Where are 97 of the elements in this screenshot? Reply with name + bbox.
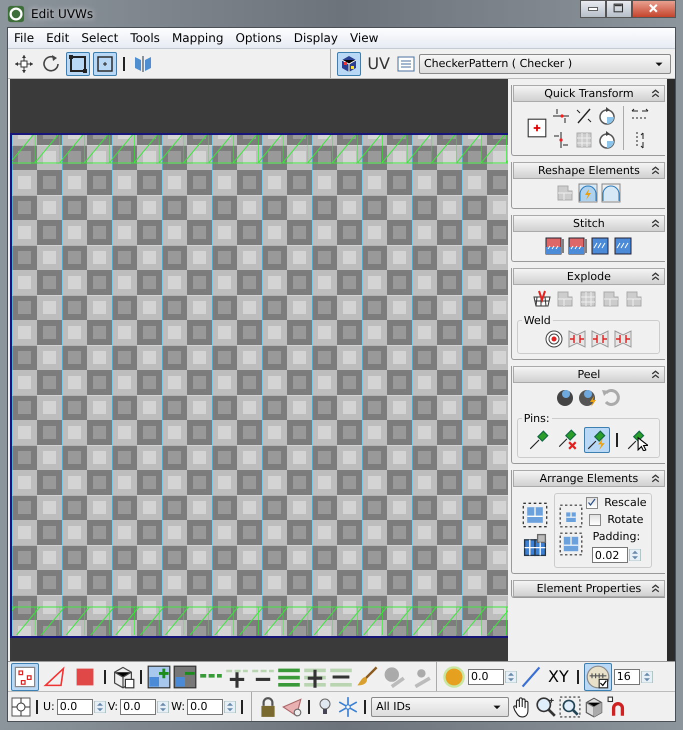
zoom-icon[interactable] [535,696,558,718]
tiles-icon[interactable] [624,289,644,309]
group-label: Weld [522,314,552,327]
rollout-header[interactable]: Quick Transform [512,85,666,102]
dropdown[interactable]: CheckerPattern ( Checker ) [419,54,671,74]
number-field[interactable]: 0.0 [468,668,504,684]
pin-x-icon [557,429,580,451]
sphere-icon[interactable] [555,387,576,407]
square-frame-icon [68,54,88,74]
menu-item[interactable]: File [8,31,40,45]
tiles-icon[interactable] [555,183,576,203]
spinner-arrows-icon[interactable] [640,670,653,682]
align-horizontal-icon[interactable] [551,106,572,126]
tool-button[interactable] [337,52,362,76]
rollout-header[interactable]: Element Properties [512,580,666,597]
spinner-arrows-icon[interactable] [94,700,106,712]
target-icon[interactable] [544,329,564,349]
tool-button[interactable] [93,52,117,76]
triangle-bulb-icon[interactable] [281,696,304,718]
tool-button[interactable] [66,52,90,76]
stitch-grid-icon[interactable] [612,236,633,256]
diagonal-line-tool-icon[interactable] [519,664,543,688]
tiles-icon[interactable] [601,289,622,309]
coordinate-label: V: [108,700,118,713]
number-field[interactable]: 0.0 [56,698,93,714]
number-field[interactable]: 0.0 [120,698,156,714]
crosshair-icon[interactable] [11,696,31,716]
edge-arrows-icon[interactable] [566,329,587,349]
group-label: Pins: [522,412,551,425]
shaded-cube-icon[interactable] [583,696,606,718]
vertex-dots-icon [13,664,37,688]
number-field[interactable]: 0.0 [187,698,224,714]
spinner-arrows-icon[interactable] [157,700,170,712]
edge-arrows-icon[interactable] [612,329,633,349]
coordinate-label: W: [171,700,186,713]
checkbox-label[interactable]: Rescale [604,496,647,509]
list-icon[interactable] [396,54,416,74]
menu-item[interactable]: Tools [124,31,166,45]
four-arrows-icon [14,54,34,74]
dropdown[interactable]: All IDs [371,696,510,716]
pin-cursor-icon [626,429,648,451]
minimize-icon [588,4,598,14]
spinner-arrows-icon[interactable] [628,549,641,561]
brush-icon[interactable] [355,664,379,688]
rotate-icon [41,54,61,74]
close-button[interactable] [632,0,676,18]
padding-label: Padding: [592,530,640,543]
tool-button[interactable] [584,427,610,453]
checkbox[interactable] [589,514,602,526]
dashed-blocks-icon[interactable] [522,502,548,528]
mirror-shapes-icon [133,54,153,74]
grid-blocks-icon[interactable] [522,532,548,558]
uv-label[interactable]: UV [364,54,393,73]
axis-toggle[interactable]: XY [545,667,572,686]
square-minus-shrink-icon[interactable] [173,664,197,688]
menu-item[interactable]: Options [229,31,288,45]
triangle-outline-icon [43,664,67,688]
tool-button[interactable] [584,662,612,690]
stitch-grid-icon[interactable] [590,236,610,256]
menu-item[interactable]: View [344,31,384,45]
padding-field[interactable]: 0.02 [592,547,628,563]
spinner-arrows-icon[interactable] [224,700,236,712]
rollout-header[interactable]: Stitch [512,215,666,232]
menu-item[interactable]: Edit [40,31,76,45]
checkmark-icon [587,497,598,508]
tiles-icon[interactable] [555,289,576,309]
dome-icon[interactable] [601,183,622,203]
dashed-small-blocks-icon[interactable] [559,504,584,528]
rollout-header[interactable]: Peel [512,366,666,383]
rollout-header[interactable]: Reshape Elements [512,162,666,179]
app-logo-icon [7,4,25,22]
sphere-lightning-icon[interactable] [578,387,598,407]
window-title: Edit UVWs [31,6,94,20]
pin-lightning-icon [586,429,608,451]
menu-item[interactable]: Display [288,31,344,45]
checkbox[interactable] [586,496,598,508]
scrollbar[interactable] [667,79,675,661]
edge-arrows-icon[interactable] [590,329,610,349]
menu-item[interactable]: Mapping [166,31,230,45]
zoom-region-icon[interactable] [559,696,582,718]
minimize-button[interactable] [580,0,606,18]
dome-lightning-icon[interactable] [578,183,598,203]
dashed-blocks-icon[interactable] [559,532,584,556]
square-plus-icon[interactable] [526,117,548,139]
rollout-header[interactable]: Arrange Elements [512,470,666,487]
basket-icon[interactable] [532,289,552,309]
snowflake-icon[interactable] [337,696,360,718]
ruler-check-icon [586,664,610,688]
coordinate-label: U: [43,700,55,713]
pin-icon [528,429,550,451]
number-field[interactable]: 16 [614,668,640,684]
menu-item[interactable]: Select [75,31,124,45]
checkbox-label[interactable]: Rotate [607,513,644,526]
rollout-header[interactable]: Explode [512,268,666,285]
spinner-arrows-icon[interactable] [505,670,517,682]
square-plus-grow-icon[interactable] [147,664,171,688]
maximize-button[interactable] [606,0,632,18]
